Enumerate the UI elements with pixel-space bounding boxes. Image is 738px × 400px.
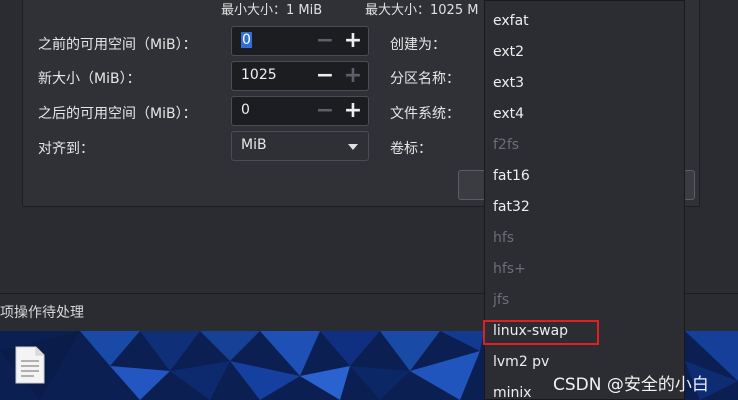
- free-before-decrement-button[interactable]: −: [314, 30, 336, 52]
- filesystem-option-hfs-plus: hfs+: [493, 261, 526, 277]
- filesystem-option-ext4[interactable]: ext4: [493, 106, 524, 122]
- filesystem-option-ext3[interactable]: ext3: [493, 75, 524, 91]
- free-before-spinbox[interactable]: 0 − +: [231, 26, 369, 56]
- align-to-select[interactable]: MiB: [231, 131, 369, 161]
- csdn-watermark: CSDN @安全的小白: [553, 375, 709, 395]
- free-before-increment-button[interactable]: +: [342, 30, 364, 52]
- free-before-value[interactable]: 0: [241, 32, 252, 48]
- free-after-increment-button[interactable]: +: [342, 100, 364, 122]
- min-size-text: 最小大小：1 MiB: [221, 3, 323, 18]
- align-to-label: 对齐到：: [38, 141, 94, 157]
- max-size-text: 最大大小：1025 M: [365, 3, 479, 18]
- filesystem-label: 文件系统：: [390, 106, 460, 122]
- filesystem-option-exfat[interactable]: exfat: [493, 13, 529, 29]
- new-size-value[interactable]: 1025: [241, 67, 277, 83]
- filesystem-option-fat32[interactable]: fat32: [493, 199, 530, 215]
- filesystem-option-fat16[interactable]: fat16: [493, 168, 530, 184]
- filesystem-option-minix[interactable]: minix: [493, 385, 532, 399]
- free-after-label: 之后的可用空间（MiB）：: [38, 106, 197, 122]
- new-size-label: 新大小（MiB）：: [38, 71, 141, 87]
- free-after-spinbox[interactable]: 0 − +: [231, 96, 369, 126]
- chevron-down-icon: [348, 144, 358, 150]
- new-size-spinbox[interactable]: 1025 − +: [231, 61, 369, 91]
- filesystem-option-jfs: jfs: [493, 292, 510, 308]
- filesystem-option-f2fs: f2fs: [493, 137, 520, 153]
- free-after-decrement-button[interactable]: −: [314, 100, 336, 122]
- new-size-decrement-button[interactable]: −: [314, 65, 336, 87]
- new-size-increment-button[interactable]: +: [342, 65, 364, 87]
- create-as-label: 创建为：: [390, 37, 446, 53]
- filesystem-option-lvm2-pv[interactable]: lvm2 pv: [493, 354, 549, 370]
- free-after-value[interactable]: 0: [241, 102, 250, 118]
- partition-name-label: 分区名称：: [390, 71, 460, 87]
- volume-label-label: 卷标：: [390, 141, 432, 157]
- align-to-value: MiB: [241, 137, 267, 153]
- linux-swap-highlight-box: [483, 320, 599, 345]
- document-file-icon[interactable]: [14, 345, 46, 389]
- pending-operations-text: 项操作待处理: [0, 305, 84, 321]
- filesystem-option-hfs: hfs: [493, 230, 515, 246]
- filesystem-option-ext2[interactable]: ext2: [493, 44, 524, 60]
- free-before-label: 之前的可用空间（MiB）：: [38, 37, 197, 53]
